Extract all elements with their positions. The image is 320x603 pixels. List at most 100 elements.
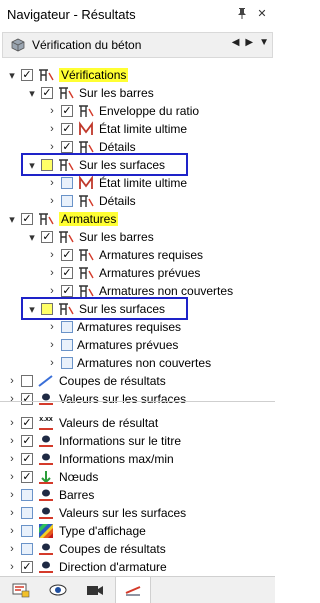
checkbox[interactable] <box>41 87 53 99</box>
checkbox[interactable] <box>61 321 73 333</box>
checkbox[interactable] <box>21 417 33 429</box>
expand-icon[interactable]: › <box>6 540 18 558</box>
tree-item-armatures-requises[interactable]: › Armatures requises <box>46 246 203 264</box>
prev-arrow-icon[interactable]: ◀ <box>232 37 240 48</box>
checkbox[interactable] <box>61 249 73 261</box>
callout-box-surfaces-verifications <box>21 153 188 176</box>
tree-item-sur-les-barres[interactable]: ▾ Sur les barres <box>26 228 154 246</box>
tree-item-verifications[interactable]: ▾ Vérifications <box>6 66 129 84</box>
expand-icon[interactable]: › <box>46 174 58 192</box>
checkbox[interactable] <box>21 507 33 519</box>
tree-item-etat-limite-ultime[interactable]: › État limite ultime <box>46 120 187 138</box>
checkbox[interactable] <box>21 69 33 81</box>
expand-icon[interactable]: › <box>46 264 58 282</box>
expand-icon[interactable]: › <box>6 390 18 408</box>
checkbox[interactable] <box>61 285 73 297</box>
checkbox[interactable] <box>21 453 33 465</box>
display-item-valeurs-resultat[interactable]: › x.xx Valeurs de résultat <box>6 414 158 432</box>
display-item-direction-armature[interactable]: › Direction d'armature <box>6 558 167 576</box>
bottom-tab-bar <box>0 576 275 603</box>
display-item-info-maxmin[interactable]: › Informations max/min <box>6 450 174 468</box>
expand-icon[interactable]: › <box>46 246 58 264</box>
tab-views[interactable] <box>78 577 112 603</box>
expand-icon[interactable]: › <box>6 450 18 468</box>
values-badge: x.xx <box>39 415 53 423</box>
display-item-type-affichage[interactable]: › Type d'affichage <box>6 522 146 540</box>
tree-item-armatures[interactable]: ▾ Armatures <box>6 210 119 228</box>
display-item-valeurs-surfaces[interactable]: › Valeurs sur les surfaces <box>6 504 186 522</box>
tree-label: Armatures requises <box>77 320 182 334</box>
section-cut-icon <box>37 541 55 557</box>
tree-label: Armatures <box>59 212 119 226</box>
checkbox[interactable] <box>61 105 73 117</box>
expand-icon[interactable]: › <box>46 354 58 372</box>
tab-data[interactable] <box>4 577 38 603</box>
tab-results[interactable] <box>115 577 151 603</box>
tree-item-sur-les-barres[interactable]: ▾ Sur les barres <box>26 84 153 102</box>
collapse-icon[interactable]: ▾ <box>26 228 38 246</box>
checkbox[interactable] <box>61 339 73 351</box>
checkbox[interactable] <box>61 195 73 207</box>
calc-design-icon <box>37 211 55 227</box>
checkbox[interactable] <box>21 435 33 447</box>
tree-item-armatures-non-couvertes[interactable]: › Armatures non couvertes <box>46 354 211 372</box>
expand-icon[interactable]: › <box>46 102 58 120</box>
tree-label: Valeurs sur les surfaces <box>59 506 187 520</box>
checkbox[interactable] <box>61 267 73 279</box>
tree-item-valeurs-surfaces[interactable]: › Valeurs sur les surfaces <box>6 390 186 408</box>
checkbox[interactable] <box>61 141 73 153</box>
collapse-icon[interactable]: ▾ <box>6 66 18 84</box>
checkbox[interactable] <box>21 525 33 537</box>
expand-icon[interactable]: › <box>6 504 18 522</box>
display-item-barres[interactable]: › Barres <box>6 486 94 504</box>
title-info-icon <box>37 433 55 449</box>
next-arrow-icon[interactable]: ▶ <box>245 37 253 48</box>
tree-label: Coupes de résultats <box>59 542 166 556</box>
display-item-coupes-resultats[interactable]: › Coupes de résultats <box>6 540 166 558</box>
surface-values-icon <box>37 505 55 521</box>
tree-label: Sur les barres <box>79 230 154 244</box>
checkbox[interactable] <box>21 543 33 555</box>
expand-icon[interactable]: › <box>6 522 18 540</box>
checkbox[interactable] <box>21 213 33 225</box>
checkbox[interactable] <box>41 231 53 243</box>
tree-item-details[interactable]: › Détails <box>46 192 136 210</box>
checkbox[interactable] <box>61 177 73 189</box>
tree-item-etat-limite-ultime[interactable]: › État limite ultime <box>46 174 187 192</box>
display-item-noeuds[interactable]: › Nœuds <box>6 468 98 486</box>
dropdown-arrow-icon[interactable]: ▼ <box>259 37 269 48</box>
checkbox[interactable] <box>21 375 33 387</box>
checkbox[interactable] <box>21 561 33 573</box>
expand-icon[interactable]: › <box>46 318 58 336</box>
expand-icon[interactable]: › <box>46 192 58 210</box>
checkbox[interactable] <box>61 357 73 369</box>
checkbox[interactable] <box>21 471 33 483</box>
display-item-info-titre[interactable]: › Informations sur le titre <box>6 432 181 450</box>
tree-item-coupes-resultats[interactable]: › Coupes de résultats <box>6 372 166 390</box>
expand-icon[interactable]: › <box>46 336 58 354</box>
tree-item-armatures-requises[interactable]: › Armatures requises <box>46 318 181 336</box>
view-selector[interactable]: Vérification du béton ◀ ▶ ▼ <box>2 32 273 58</box>
tree-label: Détails <box>99 194 136 208</box>
checkbox[interactable] <box>21 393 33 405</box>
tab-display[interactable] <box>41 577 75 603</box>
close-icon[interactable]: ✕ <box>253 4 271 22</box>
calc-design-icon <box>57 229 75 245</box>
expand-icon[interactable]: › <box>6 372 18 390</box>
checkbox[interactable] <box>61 123 73 135</box>
expand-icon[interactable]: › <box>6 558 18 576</box>
collapse-icon[interactable]: ▾ <box>6 210 18 228</box>
tree-item-enveloppe-ratio[interactable]: › Enveloppe du ratio <box>46 102 199 120</box>
reinforcement-direction-icon <box>37 559 55 575</box>
expand-icon[interactable]: › <box>6 486 18 504</box>
collapse-icon[interactable]: ▾ <box>26 84 38 102</box>
expand-icon[interactable]: › <box>46 120 58 138</box>
tree-item-armatures-prevues[interactable]: › Armatures prévues <box>46 264 200 282</box>
calc-design-icon <box>77 193 95 209</box>
expand-icon[interactable]: › <box>6 432 18 450</box>
expand-icon[interactable]: › <box>6 468 18 486</box>
checkbox[interactable] <box>21 489 33 501</box>
tree-item-armatures-prevues[interactable]: › Armatures prévues <box>46 336 178 354</box>
pin-icon[interactable] <box>233 4 251 22</box>
expand-icon[interactable]: › <box>6 414 18 432</box>
